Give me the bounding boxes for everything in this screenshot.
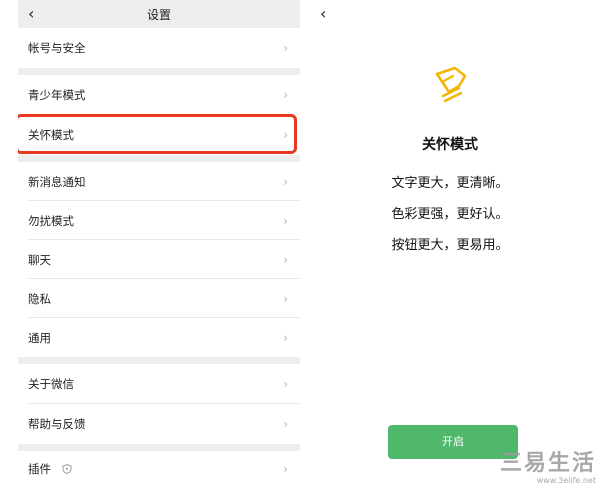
settings-item-help-feedback[interactable]: 帮助与反馈 ›: [18, 404, 300, 444]
settings-item-about-wechat[interactable]: 关于微信 ›: [18, 364, 300, 404]
settings-item-label: 插件: [28, 462, 51, 476]
settings-item-label: 通用: [28, 330, 51, 345]
feature-line-buttons: 按钮更大，更易用。: [391, 238, 509, 253]
settings-item-plugins[interactable]: 插件 ›: [18, 451, 300, 487]
care-mode-title: 关怀模式: [422, 137, 478, 153]
chevron-left-icon[interactable]: ‹: [320, 6, 326, 22]
settings-item-general[interactable]: 通用 ›: [18, 318, 300, 357]
settings-item-label: 关怀模式: [28, 128, 74, 142]
feature-line-text: 文字更大，更清晰。: [391, 176, 509, 191]
settings-item-account-security[interactable]: 帐号与安全 ›: [18, 28, 300, 68]
settings-item-care-mode[interactable]: 关怀模式 ›: [18, 115, 300, 155]
settings-item-notifications[interactable]: 新消息通知 ›: [18, 162, 300, 201]
chevron-right-icon: ›: [283, 252, 288, 267]
settings-item-label: 勿扰模式: [28, 213, 74, 228]
care-mode-panel: ‹ 关怀模式 文字更大，更清晰。 色彩更强，更好认。 按钮更大，更易用。 开启 …: [300, 0, 600, 487]
settings-item-do-not-disturb[interactable]: 勿扰模式 ›: [18, 201, 300, 240]
section-divider: [18, 68, 300, 75]
care-mode-icon: [435, 66, 467, 103]
chevron-right-icon: ›: [283, 377, 288, 391]
settings-item-teen-mode[interactable]: 青少年模式 ›: [18, 75, 300, 115]
settings-item-label: 帮助与反馈: [28, 417, 86, 431]
chevron-right-icon: ›: [283, 174, 288, 189]
settings-item-label: 聊天: [28, 252, 51, 267]
section-divider: [18, 155, 300, 162]
settings-item-label: 新消息通知: [28, 174, 86, 189]
chevron-right-icon: ›: [283, 128, 288, 142]
enable-button[interactable]: 开启: [388, 425, 518, 459]
chevron-right-icon: ›: [283, 462, 288, 476]
settings-item-label: 青少年模式: [28, 88, 86, 102]
feature-line-color: 色彩更强，更好认。: [391, 207, 509, 222]
settings-item-label: 隐私: [28, 291, 51, 306]
settings-item-label: 关于微信: [28, 377, 74, 391]
chevron-right-icon: ›: [283, 41, 288, 55]
settings-item-privacy[interactable]: 隐私 ›: [18, 279, 300, 318]
shield-icon: [62, 464, 72, 474]
chevron-right-icon: ›: [283, 417, 288, 431]
settings-panel: ‹ 设置 帐号与安全 › 青少年模式 › 关怀模式 › 新消息通知 › 勿扰模式…: [18, 0, 300, 487]
settings-item-chat[interactable]: 聊天 ›: [18, 240, 300, 279]
settings-item-label: 帐号与安全: [28, 41, 86, 55]
page-title: 设置: [146, 8, 171, 22]
chevron-right-icon: ›: [283, 291, 288, 306]
section-divider: [18, 444, 300, 451]
section-divider: [18, 357, 300, 364]
chevron-right-icon: ›: [283, 88, 288, 102]
chevron-right-icon: ›: [283, 213, 288, 228]
chevron-right-icon: ›: [283, 330, 288, 345]
watermark-logo: 三易生活 www.3elife.net: [499, 451, 596, 486]
settings-header: ‹ 设置: [18, 0, 300, 28]
